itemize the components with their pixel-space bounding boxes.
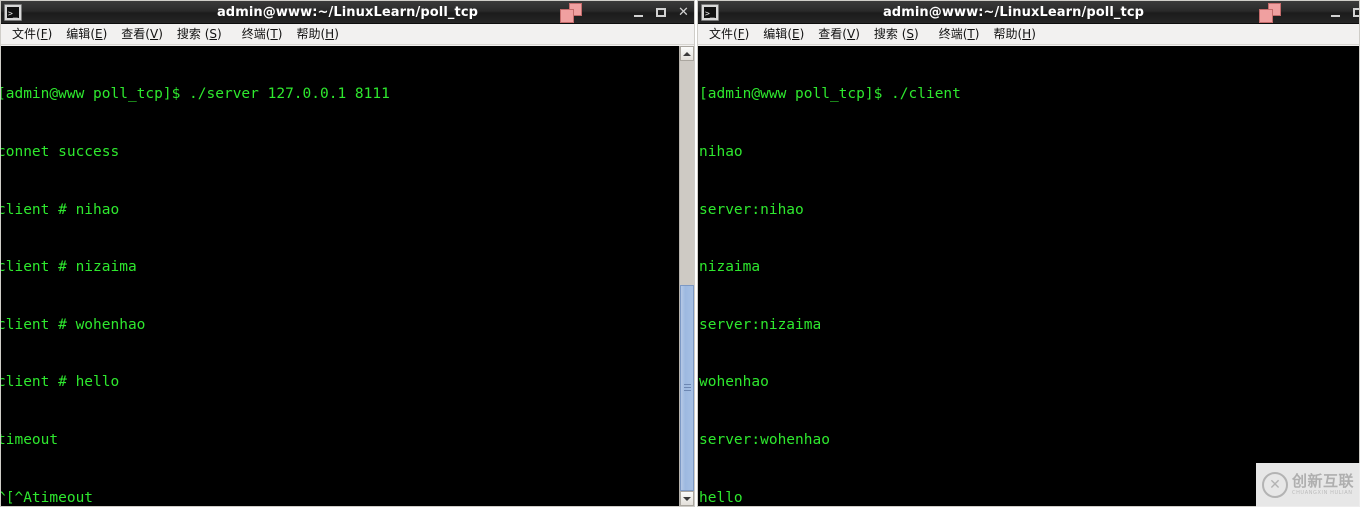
tiled-windows-icon-front [560,8,574,23]
menu-item-file-accel: F [737,27,745,41]
scrollbar-thumb[interactable] [680,284,694,491]
menu-item-file[interactable]: 文件(F) [5,24,59,44]
window-controls-client[interactable] [1259,1,1359,24]
menu-item-help[interactable]: 帮助(H) [289,24,345,44]
watermark-logo: ✕ 创新互联 CHUANGXIN HULIAN [1256,463,1360,507]
menu-item-search-accel: S [906,27,915,41]
maximize-button[interactable] [655,6,668,20]
menu-item-help-label: 帮助 [993,27,1018,41]
terminal-window-client[interactable]: >_ admin@www:~/LinuxLearn/poll_tcp 文件(F)… [697,0,1360,507]
titlebar-client[interactable]: >_ admin@www:~/LinuxLearn/poll_tcp [698,1,1359,24]
tiled-windows-icon [1259,2,1281,23]
menu-item-view-label: 查看 [818,27,843,41]
watermark-logo-glyph: ✕ [1269,477,1281,493]
scroll-down-button[interactable] [680,491,694,506]
desktop-root: >_ admin@www:~/LinuxLearn/poll_tcp ✕ 文件(… [0,0,1360,507]
menu-item-help-accel: H [1022,27,1032,41]
terminal-line: [admin@www poll_tcp]$ ./server 127.0.0.1… [1,86,390,103]
menubar-client[interactable]: 文件(F) 编辑(E) 查看(V) 搜索 (S) 终端(T) 帮助(H) [698,24,1359,45]
menu-item-view[interactable]: 查看(V) [811,24,867,44]
terminal-line: timeout [1,431,59,448]
menu-item-search-accel: S [209,27,218,41]
terminal-line: client # nizaima [1,259,137,276]
menu-item-edit-accel: E [95,27,103,41]
terminal-body-server[interactable]: [admin@www poll_tcp]$ ./server 127.0.0.1… [1,46,694,506]
menu-item-file-label: 文件 [12,27,37,41]
menu-item-help-label: 帮助 [296,27,321,41]
terminal-body-client[interactable]: [admin@www poll_tcp]$ ./client nihao ser… [698,46,1359,506]
terminal-icon-glyph: >_ [705,8,715,18]
window-controls-server[interactable]: ✕ [560,1,690,24]
minimize-button[interactable] [633,6,646,20]
watermark-en-text: CHUANGXIN HULIAN [1291,490,1353,496]
menu-item-file[interactable]: 文件(F) [702,24,756,44]
minimize-button[interactable] [1330,6,1343,20]
terminal-icon: >_ [701,3,719,21]
scrollbar-grip [684,383,691,392]
chevron-down-icon [683,496,691,501]
maximize-button[interactable] [1352,6,1359,20]
menu-item-terminal[interactable]: 终端(T) [932,24,987,44]
terminal-icon: >_ [4,3,22,21]
terminal-line: client # wohenhao [1,316,146,333]
close-button[interactable]: ✕ [677,5,690,20]
scrollbar-trough[interactable] [680,61,694,491]
menu-item-search[interactable]: 搜索 (S) [867,24,926,44]
terminal-output-client[interactable]: [admin@www poll_tcp]$ ./client nihao ser… [699,46,1359,506]
terminal-line: wohenhao [699,374,769,391]
menu-item-terminal-accel: T [967,27,975,41]
tiled-windows-icon-front [1259,8,1273,23]
terminal-icon-glyph: >_ [8,8,18,18]
watermark-cn-text: 创新互联 [1291,472,1354,490]
menu-item-view-accel: V [846,27,856,41]
menu-item-terminal-label: 终端 [938,27,963,41]
terminal-line: server:nihao [699,201,804,218]
terminal-line: [admin@www poll_tcp]$ ./client [699,86,961,103]
terminal-line: nihao [699,144,743,160]
menu-item-search-label: 搜索 [176,27,205,41]
menu-item-edit-accel: E [792,27,800,41]
menu-item-edit[interactable]: 编辑(E) [756,24,811,44]
menu-item-view-label: 查看 [121,27,146,41]
menu-item-help[interactable]: 帮助(H) [986,24,1042,44]
menu-item-file-accel: F [40,27,48,41]
terminal-line: ^[^Atimeout [1,489,94,506]
menu-item-file-label: 文件 [709,27,734,41]
chevron-up-icon [683,51,691,56]
menu-item-search[interactable]: 搜索 (S) [170,24,229,44]
terminal-line: connet success [1,144,120,160]
menu-item-terminal[interactable]: 终端(T) [235,24,290,44]
menu-item-search-label: 搜索 [873,27,902,41]
watermark-circle-x-icon: ✕ [1261,472,1288,498]
menu-item-terminal-accel: T [270,27,278,41]
scrollbar-server[interactable] [679,46,694,506]
menubar-server[interactable]: 文件(F) 编辑(E) 查看(V) 搜索 (S) 终端(T) 帮助(H) [1,24,694,45]
terminal-line: server:wohenhao [699,431,830,448]
menu-item-help-accel: H [325,27,335,41]
window-title-client: admin@www:~/LinuxLearn/poll_tcp [882,4,1145,20]
menu-item-edit[interactable]: 编辑(E) [59,24,114,44]
terminal-line: client # hello [1,374,120,391]
terminal-output-server[interactable]: [admin@www poll_tcp]$ ./server 127.0.0.1… [1,46,679,506]
terminal-window-server[interactable]: >_ admin@www:~/LinuxLearn/poll_tcp ✕ 文件(… [0,0,695,507]
menu-item-view[interactable]: 查看(V) [114,24,170,44]
menu-item-edit-label: 编辑 [763,27,788,41]
terminal-line: client # nihao [1,201,120,218]
tiled-windows-icon [560,2,582,23]
terminal-line: nizaima [699,259,761,276]
titlebar-server[interactable]: >_ admin@www:~/LinuxLearn/poll_tcp ✕ [1,1,694,24]
terminal-line: server:nizaima [699,316,822,333]
menu-item-view-accel: V [149,27,159,41]
scroll-up-button[interactable] [680,46,694,61]
menu-item-terminal-label: 终端 [241,27,266,41]
watermark-text: 创新互联 CHUANGXIN HULIAN [1292,474,1354,496]
menu-item-edit-label: 编辑 [66,27,91,41]
